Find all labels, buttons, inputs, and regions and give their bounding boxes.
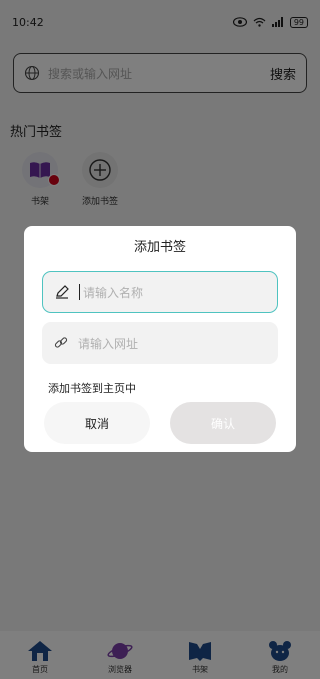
url-field[interactable]: 请输入网址: [42, 322, 278, 364]
text-caret: [79, 284, 80, 300]
dialog-title: 添加书签: [133, 240, 186, 255]
add-to-home-label[interactable]: 添加书签到主页中: [48, 380, 136, 396]
confirm-button[interactable]: 确认: [170, 402, 276, 444]
link-icon: [54, 337, 68, 348]
name-field[interactable]: 请输入名称: [42, 271, 278, 313]
add-bookmark-dialog: 添加书签 请输入名称 请输入网址 添加书签到主页中 取消 确认: [24, 226, 296, 452]
url-placeholder: 请输入网址: [78, 336, 139, 351]
cancel-button[interactable]: 取消: [44, 402, 150, 444]
pencil-icon: [56, 285, 69, 299]
name-placeholder: 请输入名称: [83, 285, 144, 300]
